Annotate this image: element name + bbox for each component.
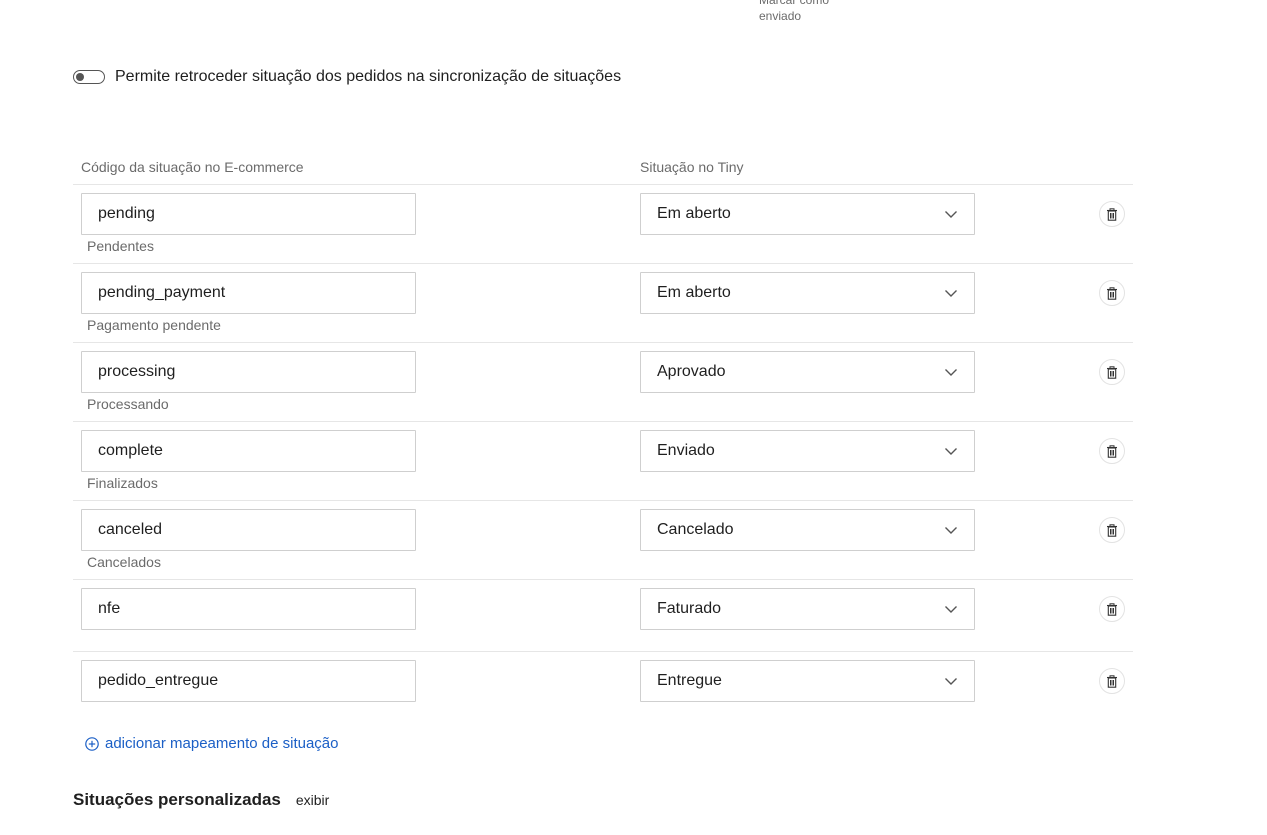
table-row: Processando Aprovado (73, 343, 1133, 422)
tiny-status-value: Faturado (657, 600, 722, 617)
trash-icon (1107, 602, 1117, 616)
table-row: Pendentes Em aberto (73, 185, 1133, 264)
trash-icon (1107, 286, 1117, 300)
add-mapping-link[interactable]: adicionar mapeamento de situação (85, 735, 338, 752)
status-code-input[interactable] (81, 509, 416, 551)
status-code-input[interactable] (81, 430, 416, 472)
delete-row-button[interactable] (1099, 359, 1125, 385)
tiny-status-select[interactable]: Em aberto (640, 193, 975, 235)
delete-row-button[interactable] (1099, 517, 1125, 543)
status-code-description: Cancelados (87, 554, 161, 570)
trash-icon (1107, 365, 1117, 379)
tiny-status-select[interactable]: Faturado (640, 588, 975, 630)
retro-toggle-label: Permite retroceder situação dos pedidos … (115, 68, 622, 85)
delete-row-button[interactable] (1099, 596, 1125, 622)
chevron-down-icon (945, 678, 957, 685)
tiny-status-select[interactable]: Aprovado (640, 351, 975, 393)
chevron-down-icon (945, 527, 957, 534)
send-mark-note-line1: Marcar como (759, 0, 830, 7)
status-code-input[interactable] (81, 351, 416, 393)
add-mapping-label: adicionar mapeamento de situação (105, 735, 339, 752)
status-code-input[interactable] (81, 660, 416, 702)
tiny-status-value: Enviado (657, 442, 715, 459)
send-mark-note-line2: enviado (759, 9, 802, 23)
trash-icon (1107, 207, 1117, 221)
tiny-status-value: Entregue (657, 672, 722, 689)
chevron-down-icon (945, 448, 957, 455)
tiny-status-select[interactable]: Cancelado (640, 509, 975, 551)
delete-row-button[interactable] (1099, 438, 1125, 464)
delete-row-button[interactable] (1099, 280, 1125, 306)
trash-icon (1107, 674, 1117, 688)
chevron-down-icon (945, 606, 957, 613)
retro-toggle-switch[interactable] (73, 70, 105, 84)
table-body: Pendentes Em aberto Pagamento pendente Em a… (73, 185, 1133, 714)
status-code-description: Pendentes (87, 238, 154, 254)
chevron-down-icon (945, 369, 957, 376)
page: Marcar como enviado Permite retroceder s… (0, 0, 1267, 835)
status-mapping-table: Código da situação no E-commerce Situaçã… (73, 150, 1133, 714)
table-row: Finalizados Enviado (73, 422, 1133, 501)
column-header-code: Código da situação no E-commerce (81, 159, 304, 175)
table-header: Código da situação no E-commerce Situaçã… (73, 150, 1133, 185)
delete-row-button[interactable] (1099, 668, 1125, 694)
tiny-status-value: Aprovado (657, 363, 726, 380)
status-code-input[interactable] (81, 193, 416, 235)
tiny-status-select[interactable]: Enviado (640, 430, 975, 472)
status-code-description: Processando (87, 396, 169, 412)
custom-statuses-title: Situações personalizadas (73, 790, 281, 809)
chevron-down-icon (945, 211, 957, 218)
chevron-down-icon (945, 290, 957, 297)
tiny-status-select[interactable]: Em aberto (640, 272, 975, 314)
send-mark-note: Marcar como enviado (759, 0, 879, 24)
table-row: Pagamento pendente Em aberto (73, 264, 1133, 343)
table-row: Faturado (73, 580, 1133, 652)
tiny-status-select[interactable]: Entregue (640, 660, 975, 702)
status-code-input[interactable] (81, 588, 416, 630)
tiny-status-value: Cancelado (657, 521, 734, 538)
tiny-status-value: Em aberto (657, 284, 731, 301)
table-row: Cancelados Cancelado (73, 501, 1133, 580)
delete-row-button[interactable] (1099, 201, 1125, 227)
table-row: Entregue (73, 652, 1133, 714)
custom-statuses-show-toggle[interactable]: exibir (296, 792, 329, 808)
status-code-input[interactable] (81, 272, 416, 314)
trash-icon (1107, 523, 1117, 537)
plus-circle-icon (85, 736, 99, 751)
tiny-status-value: Em aberto (657, 205, 731, 222)
retro-toggle-row: Permite retroceder situação dos pedidos … (73, 68, 621, 86)
column-header-status: Situação no Tiny (640, 159, 744, 175)
trash-icon (1107, 444, 1117, 458)
status-code-description: Pagamento pendente (87, 317, 221, 333)
status-code-description: Finalizados (87, 475, 158, 491)
custom-statuses-section: Situações personalizadas exibir (73, 790, 329, 810)
